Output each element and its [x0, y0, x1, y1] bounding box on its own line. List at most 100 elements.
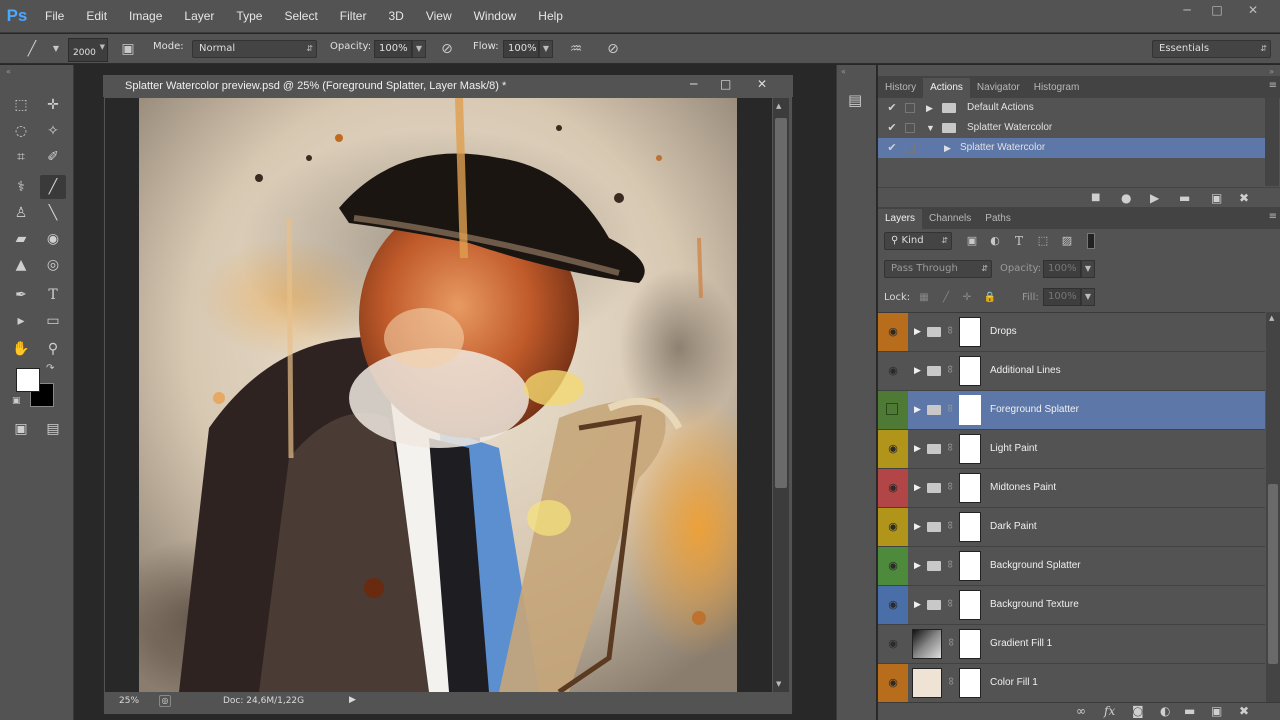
menu-select[interactable]: Select — [273, 0, 328, 33]
menu-layer[interactable]: Layer — [173, 0, 225, 33]
mask-link-icon[interactable]: ∞ — [944, 599, 956, 607]
layer-row[interactable]: ◉ ▶ ∞ Additional Lines — [878, 352, 1265, 391]
mask-link-icon[interactable]: ∞ — [944, 560, 956, 568]
zoom-level[interactable]: 25% — [119, 696, 139, 706]
mask-link-icon[interactable]: ∞ — [944, 443, 956, 451]
stop-icon[interactable]: ■ — [1091, 192, 1100, 203]
tab-paths[interactable]: Paths — [978, 209, 1018, 229]
layers-scrollbar[interactable]: ▲ — [1266, 312, 1280, 702]
tool-preset-dropdown-icon[interactable]: ▼ — [46, 40, 66, 58]
mode-dropdown[interactable]: Normal ⇵ — [192, 40, 317, 58]
visibility-toggle[interactable]: ◉ — [878, 664, 908, 702]
status-menu-icon[interactable]: ▶ — [349, 695, 356, 705]
menu-3d[interactable]: 3D — [377, 0, 414, 33]
layer-row[interactable]: ◉ ▶ ∞ Midtones Paint — [878, 469, 1265, 508]
action-set[interactable]: ✔ ▶ Default Actions — [878, 98, 1265, 118]
expand-triangle-icon[interactable]: ▶ — [914, 326, 921, 337]
mask-link-icon[interactable]: ∞ — [944, 482, 956, 490]
expand-triangle-icon[interactable]: ▶ — [914, 560, 921, 571]
path-selection-icon[interactable]: ▸ — [8, 309, 34, 333]
action-item[interactable]: ✔ ▶ Splatter Watercolor — [878, 138, 1265, 158]
smart-object-filter-icon[interactable]: ▨ — [1057, 232, 1077, 250]
status-icon[interactable]: ◎ — [159, 695, 171, 707]
healing-brush-icon[interactable]: ⚕ — [8, 175, 34, 199]
visibility-toggle[interactable] — [878, 391, 908, 429]
type-tool-icon[interactable]: T — [40, 283, 66, 307]
new-layer-icon[interactable]: ▣ — [1211, 704, 1222, 718]
collapse-arrows-icon[interactable]: » — [1269, 67, 1274, 76]
menu-window[interactable]: Window — [463, 0, 528, 33]
layer-mask-thumbnail[interactable] — [959, 551, 981, 581]
visibility-toggle[interactable]: ◉ — [878, 352, 908, 390]
visibility-toggle[interactable]: ◉ — [878, 430, 908, 468]
delete-layer-icon[interactable]: ✖ — [1239, 704, 1249, 718]
move-tool-icon[interactable]: ✛ — [40, 93, 66, 117]
mask-link-icon[interactable]: ∞ — [944, 326, 956, 334]
clone-stamp-icon[interactable]: ♙ — [8, 201, 34, 225]
vertical-scrollbar[interactable]: ▲ ▼ — [773, 98, 789, 692]
fill-slider[interactable]: ▼ — [1081, 288, 1095, 306]
dialog-toggle-icon[interactable] — [905, 103, 915, 113]
brush-tool-icon[interactable]: ╱ — [40, 175, 66, 199]
quick-mask-icon[interactable]: ▣ — [8, 417, 34, 441]
layer-row[interactable]: ◉ ∞ Color Fill 1 — [878, 664, 1265, 702]
menu-help[interactable]: Help — [527, 0, 574, 33]
visibility-toggle[interactable]: ◉ — [878, 547, 908, 585]
expand-triangle-icon[interactable]: ▶ — [914, 482, 921, 493]
opacity-slider-button[interactable]: ▼ — [412, 40, 426, 58]
expand-triangle-icon[interactable]: ▶ — [914, 365, 921, 376]
doc-maximize-button[interactable]: □ — [720, 77, 731, 91]
collapsed-triangle-icon[interactable]: ▶ — [926, 98, 933, 118]
layer-row[interactable]: ◉ ▶ ∞ Dark Paint — [878, 508, 1265, 547]
airbrush-icon[interactable]: ♒ — [566, 40, 586, 58]
filter-toggle-icon[interactable] — [1087, 233, 1095, 249]
expand-triangle-icon[interactable]: ▶ — [914, 443, 921, 454]
close-button[interactable]: ✕ — [1238, 0, 1268, 20]
tab-history[interactable]: History — [878, 78, 923, 98]
panel-menu-icon[interactable]: ≡ — [1269, 80, 1277, 91]
new-action-icon[interactable]: ▣ — [1211, 191, 1222, 205]
eyedropper-icon[interactable]: ✐ — [40, 145, 66, 169]
mask-link-icon[interactable]: ∞ — [944, 521, 956, 529]
check-icon[interactable]: ✔ — [886, 118, 898, 138]
add-mask-icon[interactable]: ◙ — [1132, 704, 1144, 718]
layer-mask-thumbnail[interactable] — [959, 668, 981, 698]
pen-tool-icon[interactable]: ✒ — [8, 283, 34, 307]
layer-row[interactable]: ◉ ∞ Gradient Fill 1 — [878, 625, 1265, 664]
opacity-field[interactable]: 100% — [374, 40, 412, 58]
layer-mask-thumbnail[interactable] — [959, 512, 981, 542]
rectangular-marquee-icon[interactable]: ⬚ — [8, 93, 34, 117]
eraser-icon[interactable]: ▰ — [8, 227, 34, 251]
scroll-down-icon[interactable]: ▼ — [776, 680, 781, 688]
zoom-tool-icon[interactable]: ⚲ — [40, 337, 66, 361]
visibility-toggle[interactable]: ◉ — [878, 586, 908, 624]
visibility-toggle[interactable]: ◉ — [878, 508, 908, 546]
action-set[interactable]: ✔ ▼ Splatter Watercolor — [878, 118, 1265, 138]
foreground-color-swatch[interactable] — [16, 368, 40, 392]
adjustment-filter-icon[interactable]: ◐ — [985, 232, 1005, 250]
lasso-tool-icon[interactable]: ◌ — [8, 119, 34, 143]
flow-slider-button[interactable]: ▼ — [539, 40, 553, 58]
menu-filter[interactable]: Filter — [329, 0, 378, 33]
pressure-size-icon[interactable]: ⊘ — [603, 40, 623, 58]
dialog-toggle-icon[interactable] — [905, 143, 915, 153]
expand-triangle-icon[interactable]: ▶ — [914, 404, 921, 415]
crop-tool-icon[interactable]: ⌗ — [8, 145, 34, 169]
record-icon[interactable]: ● — [1121, 191, 1131, 205]
history-brush-icon[interactable]: ╲ — [40, 201, 66, 225]
flow-field[interactable]: 100% — [503, 40, 539, 58]
blur-tool-icon[interactable]: ▲ — [8, 253, 34, 277]
brush-tool-icon[interactable]: ╱ — [22, 40, 42, 58]
layer-mask-thumbnail[interactable] — [959, 356, 981, 386]
blend-mode-dropdown[interactable]: Pass Through ⇵ — [884, 260, 992, 278]
dialog-toggle-icon[interactable] — [905, 123, 915, 133]
tab-channels[interactable]: Channels — [922, 209, 978, 229]
link-layers-icon[interactable]: ∞ — [1076, 704, 1086, 718]
lock-pixels-icon[interactable]: ╱ — [936, 289, 956, 307]
maximize-button[interactable]: □ — [1202, 0, 1232, 20]
scrollbar-thumb[interactable] — [775, 118, 787, 488]
mask-link-icon[interactable]: ∞ — [945, 677, 957, 685]
delete-icon[interactable]: ✖ — [1239, 191, 1249, 205]
hand-tool-icon[interactable]: ✋ — [8, 337, 34, 361]
expand-triangle-icon[interactable]: ▶ — [914, 599, 921, 610]
